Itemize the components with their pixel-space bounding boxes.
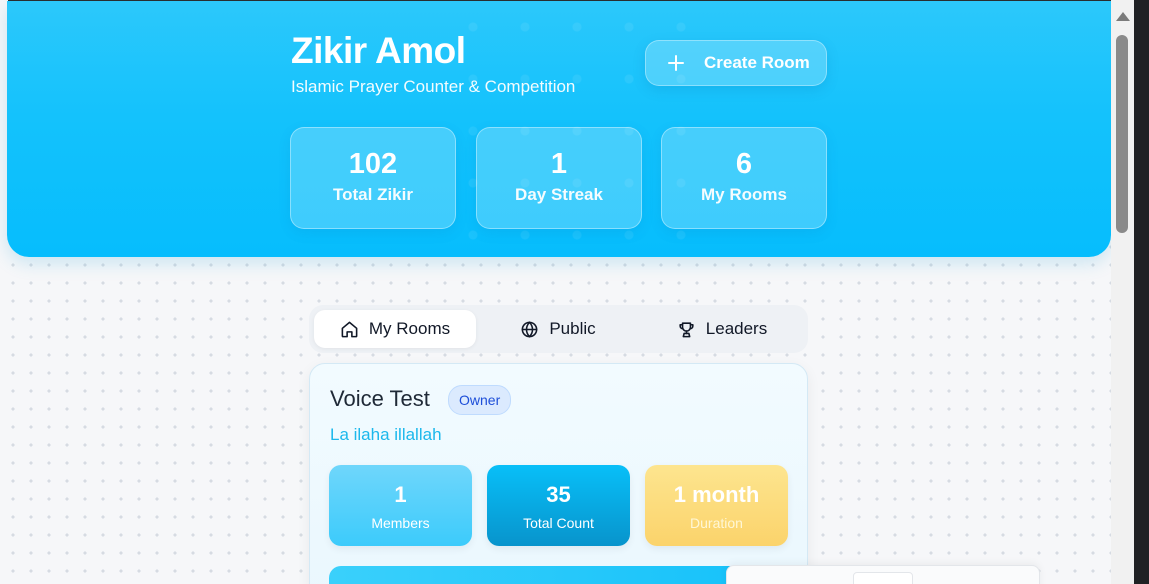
room-stat-members: 1 Members bbox=[329, 465, 472, 546]
create-room-label: Create Room bbox=[704, 53, 810, 72]
room-stat-duration: 1 month Duration bbox=[645, 465, 788, 546]
hero-header: Zikir Amol Islamic Prayer Counter & Comp… bbox=[7, 1, 1111, 257]
room-stat-label: Duration bbox=[690, 515, 743, 531]
vertical-scrollbar[interactable] bbox=[1111, 0, 1134, 584]
tab-label: Public bbox=[549, 319, 596, 338]
stat-label: Total Zikir bbox=[333, 185, 413, 204]
stat-label: Day Streak bbox=[515, 185, 603, 204]
room-stat-value: 1 month bbox=[673, 482, 760, 507]
room-name: Voice Test bbox=[330, 386, 430, 411]
room-tabs: My Rooms Public Leaders bbox=[309, 305, 808, 353]
home-icon bbox=[341, 321, 358, 337]
trophy-icon bbox=[679, 321, 694, 337]
scrollbar-thumb[interactable] bbox=[1116, 35, 1128, 233]
tab-my-rooms[interactable]: My Rooms bbox=[314, 310, 476, 348]
room-stat-label: Members bbox=[371, 515, 430, 531]
room-stat-value: 35 bbox=[546, 482, 571, 507]
room-stat-label: Total Count bbox=[523, 515, 594, 531]
floating-panel-item bbox=[853, 572, 913, 584]
stat-card-my-rooms: 6 My Rooms bbox=[661, 127, 827, 229]
tab-leaders[interactable]: Leaders bbox=[641, 310, 803, 348]
room-stat-value: 1 bbox=[394, 482, 407, 507]
window-right-edge bbox=[1134, 0, 1149, 584]
owner-badge: Owner bbox=[448, 385, 512, 415]
tab-label: Leaders bbox=[705, 319, 768, 338]
stat-card-day-streak: 1 Day Streak bbox=[476, 127, 642, 229]
plus-icon bbox=[668, 55, 684, 71]
globe-icon bbox=[521, 320, 538, 338]
stat-label: My Rooms bbox=[701, 185, 787, 204]
stat-value: 1 bbox=[550, 148, 568, 180]
stat-value: 102 bbox=[348, 148, 398, 180]
stat-card-total-zikir: 102 Total Zikir bbox=[290, 127, 456, 229]
create-room-button[interactable]: Create Room bbox=[645, 40, 827, 86]
room-action-button[interactable] bbox=[329, 566, 789, 584]
app-title: Zikir Amol bbox=[291, 30, 466, 71]
room-card[interactable]: Voice Test Owner La ilaha illallah 1 Mem… bbox=[309, 363, 808, 584]
app-subtitle: Islamic Prayer Counter & Competition bbox=[291, 77, 576, 96]
scroll-up-arrow-icon[interactable] bbox=[1116, 12, 1130, 21]
room-dhikr-text: La ilaha illallah bbox=[330, 425, 442, 444]
tab-public[interactable]: Public bbox=[477, 310, 639, 348]
room-stat-total-count: 35 Total Count bbox=[487, 465, 630, 546]
stat-value: 6 bbox=[735, 148, 753, 180]
floating-panel bbox=[726, 565, 1040, 584]
tab-label: My Rooms bbox=[368, 319, 451, 338]
